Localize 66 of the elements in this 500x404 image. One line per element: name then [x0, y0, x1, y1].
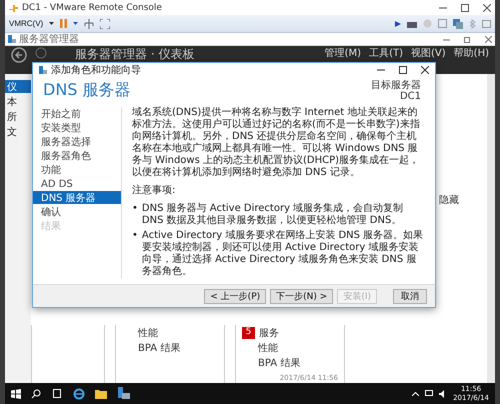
tile-item[interactable]: BPA 结果: [242, 356, 338, 370]
count-badge: 5: [242, 327, 255, 339]
server-manager-icon: [8, 35, 16, 43]
nav-item[interactable]: 文: [5, 125, 31, 138]
page-heading: DNS 服务器: [43, 80, 131, 101]
drive-icon[interactable]: [407, 20, 417, 28]
window-title: DC1 - VMware Remote Console: [22, 2, 162, 12]
vmrc-logo-icon: [9, 3, 18, 12]
wizard-step[interactable]: DNS 服务器: [33, 191, 121, 204]
scrollbar[interactable]: [487, 74, 495, 383]
tile-item[interactable]: 性能: [122, 326, 218, 340]
chevron-up-icon[interactable]: [412, 392, 420, 396]
wizard-button[interactable]: < 上一步(P): [204, 288, 266, 304]
close-icon[interactable]: [483, 4, 491, 12]
close-icon[interactable]: [421, 66, 429, 74]
caret-icon: [49, 22, 54, 25]
wizard-button[interactable]: 取消: [393, 288, 427, 304]
back-icon[interactable]: [11, 47, 27, 63]
wizard-step[interactable]: AD DS: [33, 177, 121, 190]
forward-icon[interactable]: [35, 47, 47, 59]
vmrc-menu[interactable]: VMRC(V): [9, 19, 44, 28]
tile-item[interactable]: 性能: [242, 341, 338, 355]
restore-icon[interactable]: [464, 36, 471, 42]
wizard-step[interactable]: 开始之前: [33, 107, 121, 120]
tile-title[interactable]: 服务: [259, 326, 279, 340]
nav-item[interactable]: 仪: [5, 80, 31, 93]
wizard-step[interactable]: 安装类型: [33, 121, 121, 134]
menu-item[interactable]: 工具(T): [369, 47, 404, 60]
bullet: •: [132, 230, 138, 243]
task-view-icon[interactable]: [51, 389, 63, 398]
wizard-step[interactable]: 服务器角色: [33, 149, 121, 162]
menu-item[interactable]: 管理(M): [324, 47, 362, 60]
hide-link[interactable]: 隐藏: [439, 192, 459, 206]
page-title: 服务器管理器 · 仪表板: [75, 47, 194, 61]
description-text: 域名系统(DNS)提供一种将名称与数字 Internet 地址关联起来的标准方法。这使用户可以通过好记的名称(而不是一长串数字)来指向网络计算机。另外，DNS 还提供分层命名空间，确保每个主机名称在本地或广域网上都具有唯一性。可以将 Windows DNS 服务与 Windows 上的动态主机配置协议(DHCP)服务集成在一起，以便在将计算机添加到网络时避免添加 DNS 记录。: [132, 107, 421, 179]
notes-heading: 注意事项:: [132, 185, 176, 197]
tile-item[interactable]: BPA 结果: [122, 341, 218, 355]
note-item: Active Directory 域服务要求在网络上安装 DNS 服务器。如果要安装域控制器，则还可以使用 Active Directory 域服务安装向导，通过选择 Active Directory 域服务角色来安装 DNS 服务器角色。: [142, 230, 424, 278]
nav-item[interactable]: 本: [5, 95, 31, 108]
caret-icon[interactable]: [73, 22, 78, 25]
wizard-step[interactable]: 确认: [33, 205, 121, 218]
network-adapter-icon[interactable]: [453, 18, 463, 28]
nav-item[interactable]: 所: [5, 110, 31, 123]
server-manager-icon[interactable]: [117, 387, 131, 400]
search-icon[interactable]: [31, 388, 41, 398]
wizard-step[interactable]: 功能: [33, 163, 121, 176]
folder-icon[interactable]: [95, 388, 107, 398]
note-item: DNS 服务器与 Active Directory 域服务集成，会自动复制 DNS 数据及其他目录服务数据，以便更轻松地管理 DNS。: [142, 203, 404, 227]
bullet: •: [132, 203, 138, 216]
target-server-label: 目标服务器: [371, 80, 421, 91]
start-icon[interactable]: [11, 388, 21, 398]
maximize-icon[interactable]: [399, 66, 407, 74]
wizard-button[interactable]: 下一步(N) >: [270, 288, 334, 304]
maximize-icon[interactable]: [461, 4, 469, 12]
menu-item[interactable]: 帮助(H): [454, 47, 489, 60]
dialog-title: 添加角色和功能向导: [51, 64, 141, 77]
wizard-step[interactable]: 服务器选择: [33, 135, 121, 148]
display-icon[interactable]: [425, 390, 434, 397]
target-server: DC1: [400, 91, 421, 102]
arrow-icon[interactable]: [395, 20, 401, 26]
browser-icon[interactable]: [73, 388, 85, 400]
window-title: 服务器管理器: [19, 33, 79, 46]
fullscreen-icon[interactable]: [100, 18, 110, 28]
menu-item[interactable]: 视图(V): [411, 47, 446, 60]
network-icon[interactable]: [84, 18, 94, 28]
wizard-icon: [39, 66, 47, 74]
